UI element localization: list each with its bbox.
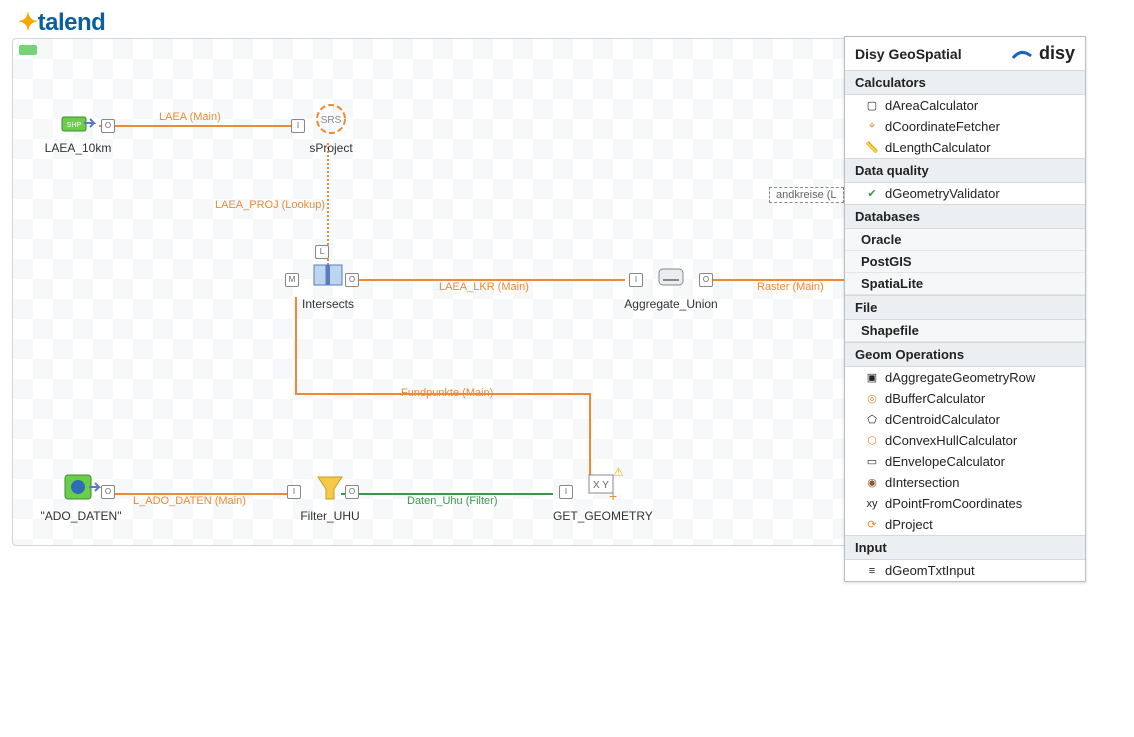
lookup-tag[interactable]: andkreise (L [769,187,844,203]
item-intersection[interactable]: ◉dIntersection [845,472,1085,493]
wire-fund-1 [295,297,297,393]
aggregate-icon: ▣ [865,371,879,385]
item-area-calculator[interactable]: ▢dAreaCalculator [845,95,1085,116]
port-out[interactable]: O [699,273,713,287]
port-in[interactable]: I [291,119,305,133]
cat-dataquality[interactable]: Data quality [845,158,1085,183]
palette-title: Disy GeoSpatial [855,46,962,62]
project-icon: SRS [311,99,351,139]
link-ado: L_ADO_DATEN (Main) [133,495,246,507]
item-buffer-calc[interactable]: ◎dBufferCalculator [845,388,1085,409]
svg-text:SHP: SHP [67,122,82,129]
cat-calculators[interactable]: Calculators [845,70,1085,95]
wire-laea [99,125,303,127]
svg-text:+: + [609,488,617,504]
svg-text:X Y: X Y [593,480,609,491]
intersection-icon: ◉ [865,476,879,490]
talend-logo: ✦talend [18,8,105,37]
item-aggregate-geom[interactable]: ▣dAggregateGeometryRow [845,367,1085,388]
port-out[interactable]: O [101,485,115,499]
palette-header: Disy GeoSpatial disy [845,37,1085,70]
port-out[interactable]: O [345,273,359,287]
item-project[interactable]: ⟳dProject [845,514,1085,535]
text-input-icon: ≡ [865,564,879,578]
node-intersects[interactable]: M L O Intersects [293,255,363,311]
centroid-icon: ⬠ [865,413,879,427]
cat-databases[interactable]: Databases [845,204,1085,229]
node-laea10km[interactable]: SHP O LAEA_10km [43,99,113,155]
filter-icon [310,467,350,507]
port-m[interactable]: M [285,273,299,287]
aggregate-icon [651,255,691,295]
node-label: GET_GEOMETRY [553,509,649,523]
port-in[interactable]: I [629,273,643,287]
envelope-icon: ▭ [865,455,879,469]
sub-shapefile[interactable]: Shapefile [845,320,1085,342]
shapefile-input-icon: SHP [58,99,98,139]
port-in[interactable]: I [287,485,301,499]
node-label: LAEA_10km [43,141,113,155]
item-coordinate-fetcher[interactable]: ⌖dCoordinateFetcher [845,116,1085,137]
cat-file[interactable]: File [845,295,1085,320]
buffer-icon: ◎ [865,392,879,406]
node-aggregate[interactable]: I O Aggregate_Union [621,255,721,311]
db-input-icon [61,467,101,507]
srs-icon: ⟳ [865,518,879,532]
node-label: Aggregate_Union [621,297,721,311]
coord-icon: ⌖ [865,120,879,134]
warning-icon: ⚠ [613,465,624,479]
canvas-status-chip [19,45,37,55]
item-centroid-calc[interactable]: ⬠dCentroidCalculator [845,409,1085,430]
area-icon: ▢ [865,99,879,113]
item-geom-txt-input[interactable]: ≡dGeomTxtInput [845,560,1085,581]
port-out[interactable]: O [345,485,359,499]
link-laea: LAEA (Main) [159,111,221,123]
component-palette[interactable]: Disy GeoSpatial disy Calculators ▢dAreaC… [844,36,1086,582]
node-label: sProject [301,141,361,155]
node-sproject[interactable]: SRS I sProject [301,99,361,155]
node-label: Intersects [293,297,363,311]
item-convexhull-calc[interactable]: ⬡dConvexHullCalculator [845,430,1085,451]
intersect-icon [308,255,348,295]
disy-logo: disy [1011,43,1075,64]
item-point-from-coord[interactable]: xydPointFromCoordinates [845,493,1085,514]
cat-input[interactable]: Input [845,535,1085,560]
link-daten-uhu: Daten_Uhu (Filter) [407,495,497,507]
svg-text:SRS: SRS [321,115,342,126]
port-in[interactable]: I [559,485,573,499]
point-icon: xy [865,497,879,511]
node-get-geometry[interactable]: X Y+ I ⚠ GET_GEOMETRY [553,467,649,523]
sub-spatialite[interactable]: SpatiaLite [845,273,1085,295]
node-ado-daten[interactable]: O "ADO_DATEN" [39,467,123,523]
item-length-calculator[interactable]: 📏dLengthCalculator [845,137,1085,158]
port-l[interactable]: L [315,245,329,259]
item-geometry-validator[interactable]: ✔dGeometryValidator [845,183,1085,204]
sub-oracle[interactable]: Oracle [845,229,1085,251]
cat-geomops[interactable]: Geom Operations [845,342,1085,367]
convex-icon: ⬡ [865,434,879,448]
sub-postgis[interactable]: PostGIS [845,251,1085,273]
node-filter-uhu[interactable]: I O Filter_UHU [295,467,365,523]
ruler-icon: 📏 [865,141,879,155]
item-envelope-calc[interactable]: ▭dEnvelopeCalculator [845,451,1085,472]
link-fundpunkte: Fundpunkte (Main) [401,387,493,399]
node-label: "ADO_DATEN" [39,509,123,523]
node-label: Filter_UHU [295,509,365,523]
link-laea-lkr: LAEA_LKR (Main) [439,281,529,293]
shield-icon: ✔ [865,187,879,201]
link-laea-proj: LAEA_PROJ (Lookup) [215,199,325,211]
link-raster: Raster (Main) [757,281,824,293]
port-out[interactable]: O [101,119,115,133]
